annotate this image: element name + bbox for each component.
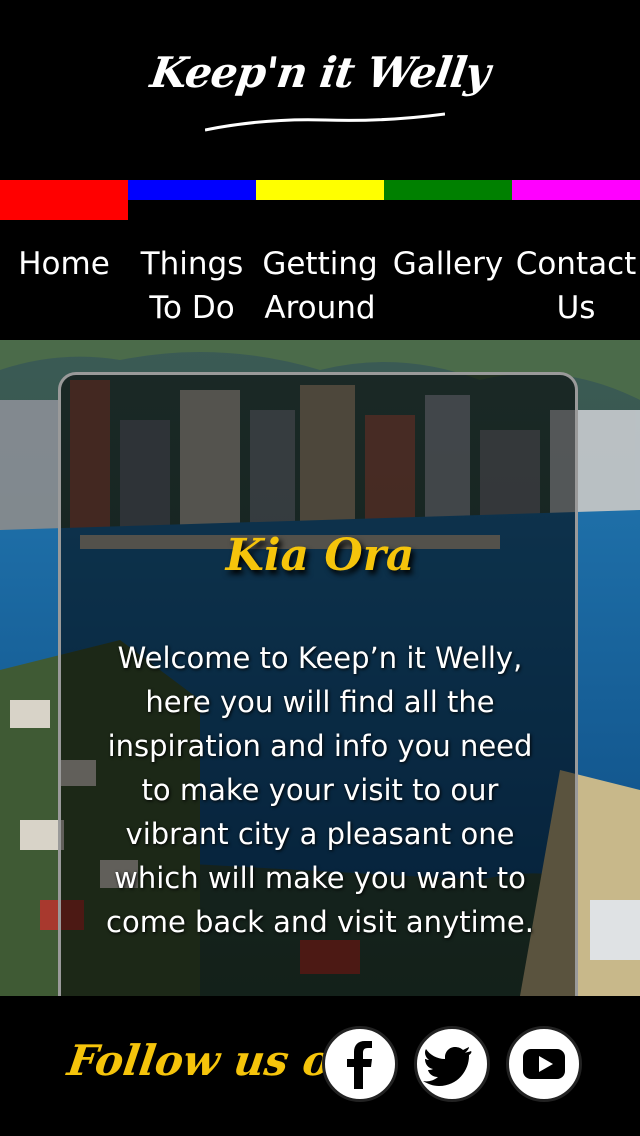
nav-things-to-do[interactable]: Things To Do [128,242,256,330]
nav-getting-around[interactable]: Getting Around [256,242,384,330]
site-footer: Follow us on: [0,996,640,1136]
color-segment-red [0,180,128,220]
site-logo[interactable]: Keep'n it Welly [0,48,640,97]
nav-contact-us[interactable]: Contact Us [512,242,640,330]
youtube-icon [523,1049,565,1079]
color-segment-blue [128,180,256,200]
site-header: Keep'n it Welly [0,0,640,180]
color-segment-green [384,180,512,200]
twitter-icon [423,1047,472,1086]
main-nav: Home Things To Do Getting Around Gallery… [0,220,640,340]
color-segment-yellow [256,180,384,200]
card-body-text: Welcome to Keep’n it Welly, here you wil… [106,641,534,939]
card-title: Kia Ora [225,530,415,581]
youtube-link[interactable] [506,1026,582,1102]
color-segment-magenta [512,180,640,200]
facebook-icon [347,1041,372,1089]
color-bar [0,180,640,220]
nav-home[interactable]: Home [0,242,128,286]
logo-swash [205,112,445,132]
nav-gallery[interactable]: Gallery [384,242,512,286]
facebook-link[interactable] [322,1026,398,1102]
twitter-link[interactable] [414,1026,490,1102]
